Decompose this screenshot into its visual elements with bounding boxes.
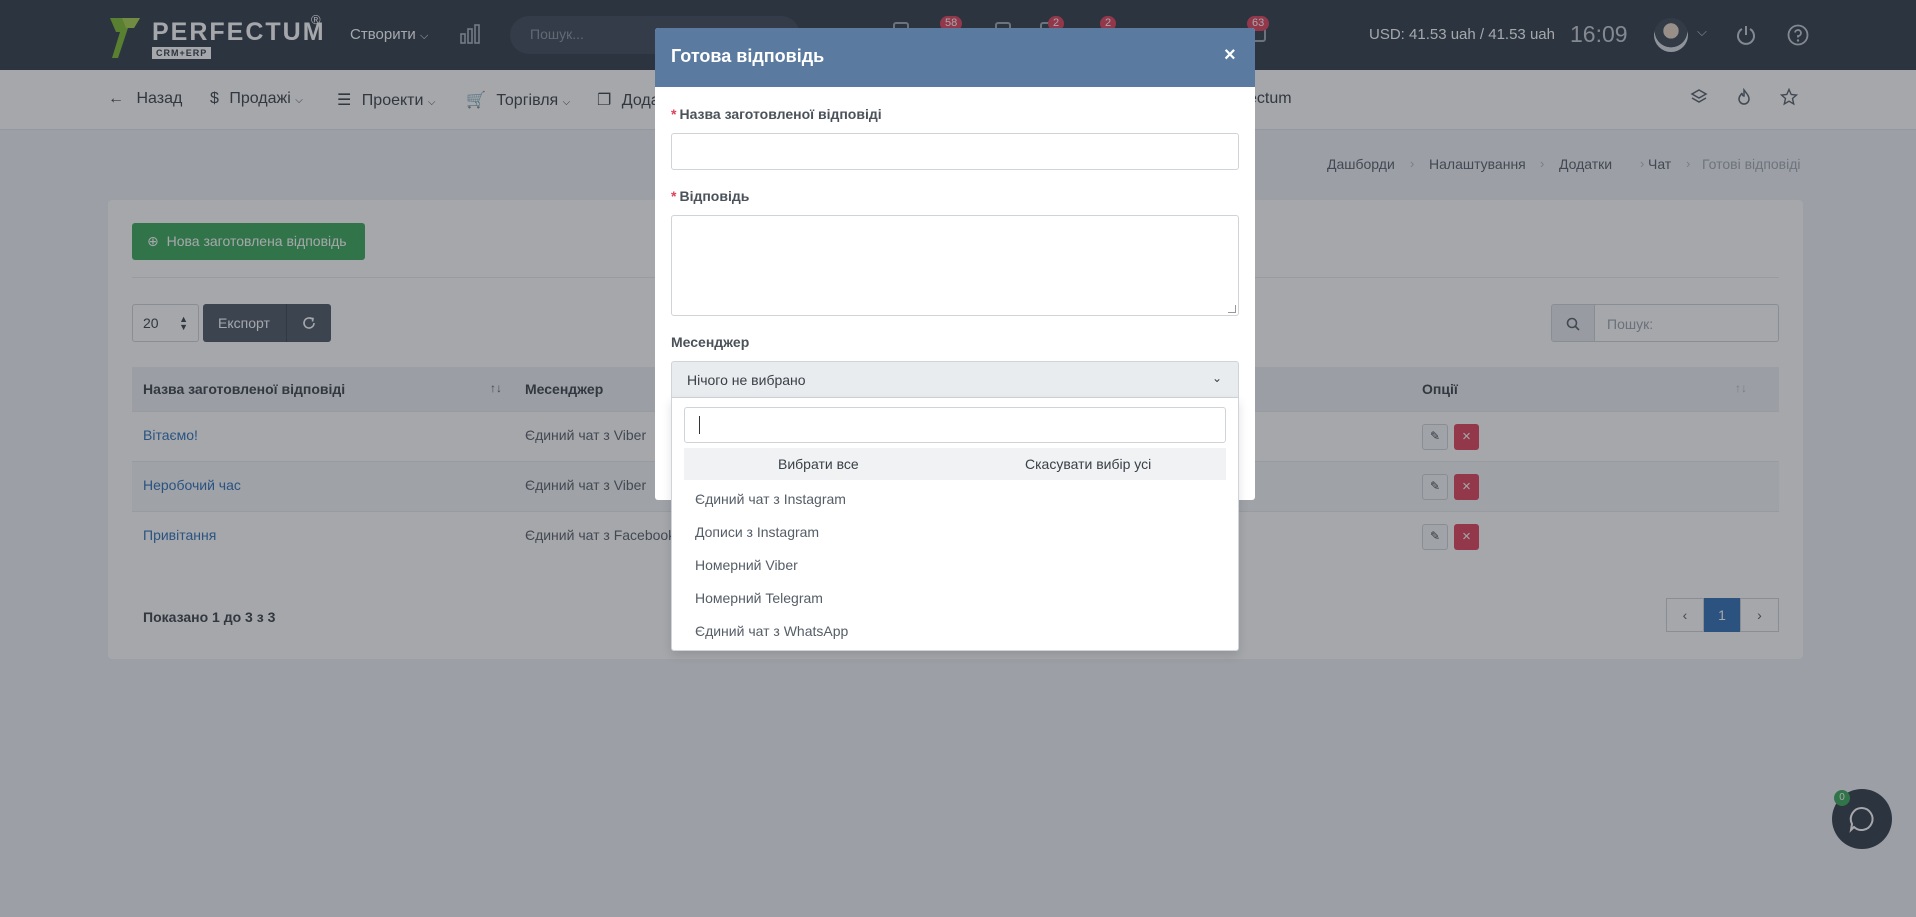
text-cursor (699, 416, 700, 434)
dropdown-option[interactable]: Номерний Viber (695, 557, 798, 573)
answer-name-input[interactable] (671, 133, 1239, 170)
messenger-dropdown-menu: Вибрати все Скасувати вибір усі Єдиний ч… (671, 398, 1239, 651)
answer-textarea[interactable] (671, 215, 1239, 316)
close-icon[interactable]: × (1224, 44, 1236, 67)
messenger-select-value: Нічого не вибрано (687, 372, 806, 388)
modal-header: Готова відповідь × (655, 28, 1255, 87)
required-mark: * (671, 106, 677, 122)
dropdown-actions: Вибрати все Скасувати вибір усі (684, 448, 1226, 480)
chevron-down-icon: ⌄ (1211, 371, 1222, 385)
select-all-button[interactable]: Вибрати все (778, 456, 859, 472)
answer-label: * Відповідь (671, 188, 750, 204)
resize-handle-icon[interactable] (1228, 305, 1236, 313)
modal-title: Готова відповідь (671, 46, 825, 66)
dropdown-option[interactable]: Єдиний чат з WhatsApp (695, 623, 848, 639)
dropdown-search-input[interactable] (684, 407, 1226, 443)
dropdown-option[interactable]: Єдиний чат з Instagram (695, 491, 846, 507)
messenger-select[interactable]: Нічого не вибрано ⌄ (671, 361, 1239, 398)
messenger-label: Месенджер (671, 334, 750, 350)
dropdown-option[interactable]: Номерний Telegram (695, 590, 823, 606)
name-label: * Назва заготовленої відповіді (671, 106, 882, 122)
dropdown-option[interactable]: Дописи з Instagram (695, 524, 819, 540)
deselect-all-button[interactable]: Скасувати вибір усі (1025, 456, 1151, 472)
required-mark: * (671, 188, 677, 204)
